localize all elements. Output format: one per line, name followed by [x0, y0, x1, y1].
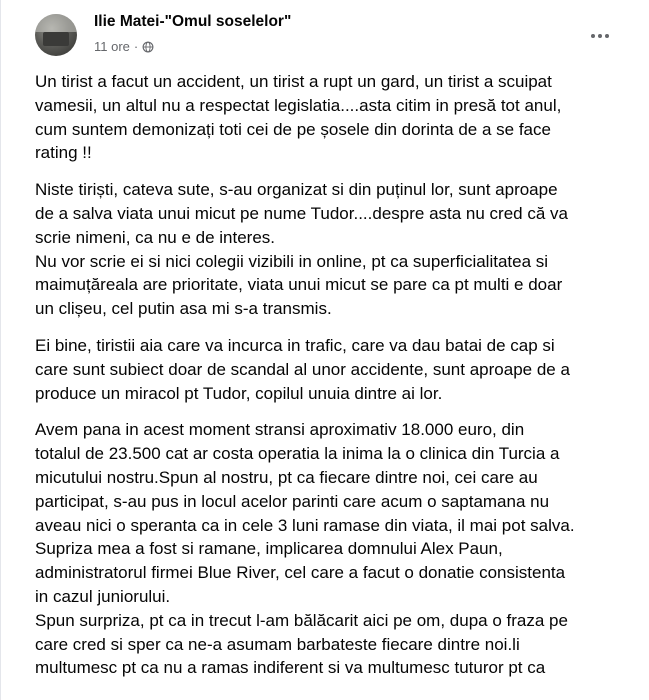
post-text-line: rating !!: [35, 143, 92, 163]
post-text-line: Ei bine, tiristii aia care va incurca in…: [35, 335, 555, 355]
post-meta: 11 ore ·: [94, 39, 154, 54]
post-text-line: administratorul firmei Blue River, cel c…: [35, 563, 566, 583]
post-text-line: multumesc pt ca nu a ramas indiferent si…: [35, 658, 546, 678]
post-text-line: micutului nostru.Spun al nostru, pt ca f…: [35, 467, 538, 487]
globe-icon[interactable]: [142, 41, 154, 53]
post-text-line: cum suntem demonizați toti cei de pe șos…: [35, 119, 551, 139]
post-text-line: care sunt subiect doar de scandal al uno…: [35, 359, 570, 379]
post-text-line: de a salva viata unui micut pe nume Tudo…: [35, 203, 568, 223]
post-text-line: scrie nimeni, ca nu e de interes.: [35, 227, 276, 247]
post-paragraph: Niste tiriști, cateva sute, s-au organiz…: [35, 178, 635, 321]
dot-icon: [591, 34, 595, 38]
post-text-line: Supriza mea a fost si ramane, implicarea…: [35, 539, 503, 559]
avatar[interactable]: [35, 14, 77, 56]
post-text-line: in cazul juniorului.: [35, 586, 171, 606]
post-paragraph: Ei bine, tiristii aia care va incurca in…: [35, 334, 635, 405]
post-text-line: Nu vor scrie ei si nici colegii vizibili…: [35, 251, 549, 271]
more-options-icon[interactable]: [586, 22, 614, 50]
meta-separator: ·: [133, 39, 139, 54]
post-text-line: vamesii, un altul nu a respectat legisla…: [35, 95, 562, 115]
post-text-line: Un tirist a facut un accident, un tirist…: [35, 72, 552, 91]
post-paragraph: Avem pana in acest moment stransi aproxi…: [35, 418, 635, 680]
post-text-line: care cred si sper ca ne-a asumam barbate…: [35, 634, 520, 654]
post-body: Un tirist a facut un accident, un tirist…: [35, 70, 635, 693]
post-text-line: Niste tiriști, cateva sute, s-au organiz…: [35, 180, 558, 200]
author-name[interactable]: Ilie Matei-"Omul soselelor": [94, 13, 291, 31]
post-paragraph: Un tirist a facut un accident, un tirist…: [35, 70, 635, 165]
post-text-line: Avem pana in acest moment stransi aproxi…: [35, 420, 525, 440]
post-time[interactable]: 11 ore: [94, 39, 130, 54]
post-text-line: produce un miracol pt Tudor, copilul unu…: [35, 383, 443, 403]
post-text-line: totalul de 23.500 cat ar costa operatia …: [35, 444, 560, 464]
avatar-truck: [43, 32, 69, 46]
post-text-line: participat, s-au pus in locul acelor par…: [35, 491, 550, 511]
post-header: Ilie Matei-"Omul soselelor" 11 ore ·: [1, 0, 649, 68]
dot-icon: [598, 34, 602, 38]
post-card: Ilie Matei-"Omul soselelor" 11 ore · Un …: [0, 0, 649, 700]
avatar-sky: [35, 14, 77, 32]
post-text-line: maimuțăreala are prioritate, viata unui …: [35, 275, 563, 295]
dot-icon: [605, 34, 609, 38]
post-text-line: Spun surpriza, pt ca in trecut l-am bălă…: [35, 610, 568, 630]
post-text-line: un clișeu, cel putin asa mi s-a transmis…: [35, 299, 332, 319]
post-text-line: aveau nici o speranta ca in cele 3 luni …: [35, 515, 575, 535]
